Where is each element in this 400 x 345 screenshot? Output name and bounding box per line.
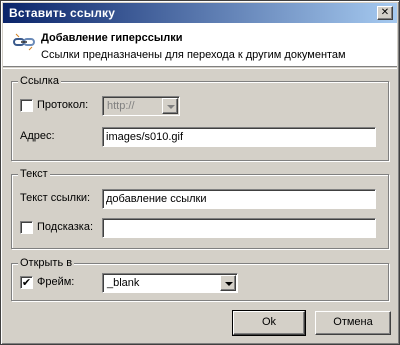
frame-checkbox[interactable]: ✔ [20, 276, 33, 289]
protocol-dropdown-button[interactable] [162, 98, 178, 114]
tooltip-input[interactable] [102, 218, 376, 238]
close-button[interactable]: ✕ [377, 6, 393, 20]
chain-link-icon [13, 33, 35, 51]
chevron-down-icon [225, 282, 233, 286]
link-text-input[interactable]: добавление ссылки [102, 189, 376, 209]
tooltip-label: Подсказка: [37, 221, 94, 233]
text-group-label: Текст [18, 168, 50, 180]
insert-link-dialog: Вставить ссылку ✕ Добавление гиперссылки… [0, 0, 400, 345]
link-text-label: Текст ссылки: [20, 192, 91, 204]
frame-dropdown-button[interactable] [220, 275, 236, 291]
text-group: Текст Текст ссылки: добавление ссылки По… [11, 168, 389, 249]
protocol-select[interactable]: http:// [102, 96, 180, 116]
frame-label: Фрейм: [37, 276, 75, 288]
link-group: Ссылка Протокол: http:// Адрес: images/s… [11, 75, 389, 161]
frame-select[interactable]: _blank [102, 273, 238, 293]
chevron-down-icon [167, 105, 175, 109]
open-in-group-label: Открыть в [18, 257, 75, 269]
link-group-label: Ссылка [18, 75, 61, 87]
cancel-button[interactable]: Отмена [315, 311, 391, 335]
protocol-value: http:// [107, 100, 135, 112]
address-input[interactable]: images/s010.gif [102, 127, 376, 147]
open-in-group: Открыть в ✔ Фрейм: _blank [11, 257, 389, 301]
header-subtitle: Ссылки предназначены для перехода к друг… [41, 49, 346, 61]
title-bar[interactable]: Вставить ссылку ✕ [3, 3, 397, 23]
frame-value: _blank [107, 277, 140, 289]
header-divider [3, 68, 397, 69]
protocol-checkbox[interactable] [20, 99, 33, 112]
header-title: Добавление гиперссылки [41, 32, 183, 44]
protocol-label: Протокол: [37, 99, 89, 111]
tooltip-checkbox[interactable] [20, 221, 33, 234]
ok-button[interactable]: Ok [232, 310, 306, 336]
address-label: Адрес: [20, 130, 55, 142]
header-panel: Добавление гиперссылки Ссылки предназнач… [3, 23, 397, 67]
window-title: Вставить ссылку [9, 6, 116, 20]
